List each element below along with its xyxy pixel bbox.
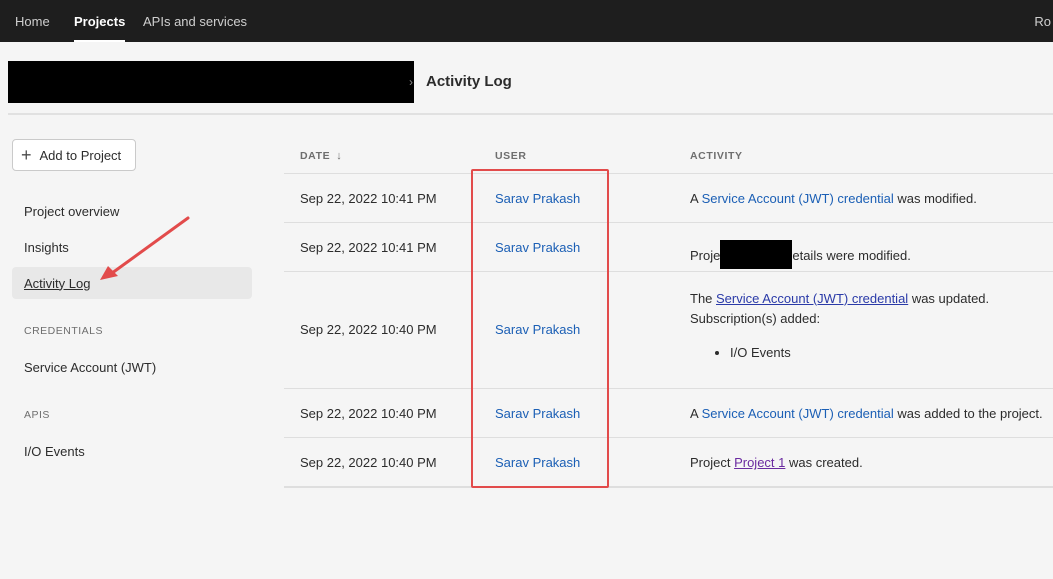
nav-projects[interactable]: Projects bbox=[74, 0, 126, 42]
annotation-arrow-icon bbox=[100, 216, 190, 280]
sidebar-item-service-account-jwt[interactable]: Service Account (JWT) bbox=[12, 351, 252, 383]
add-to-project-button[interactable]: + Add to Project bbox=[12, 139, 136, 171]
row-date: Sep 22, 2022 10:41 PM bbox=[300, 240, 437, 255]
row-activity: A Service Account (JWT) credential was a… bbox=[690, 406, 1043, 421]
redacted-project-name bbox=[720, 240, 793, 269]
row-activity: Proje etails were modified. bbox=[690, 240, 911, 269]
subscription-label: Subscription(s) added: bbox=[690, 311, 821, 326]
breadcrumb-separator-icon: › bbox=[409, 75, 413, 89]
sort-descending-icon[interactable]: ↓ bbox=[336, 150, 342, 162]
row-activity: Project Project 1 was created. bbox=[690, 455, 863, 470]
table-row: Sep 22, 2022 10:40 PM Sarav Prakash Proj… bbox=[284, 437, 1053, 486]
nav-home[interactable]: Home bbox=[15, 0, 50, 42]
table-row: Sep 22, 2022 10:41 PM Sarav Prakash Proj… bbox=[284, 222, 1053, 271]
date-column-header[interactable]: DATE ↓ bbox=[300, 150, 342, 162]
page-title: Activity Log bbox=[426, 73, 512, 90]
row-date: Sep 22, 2022 10:40 PM bbox=[300, 322, 437, 337]
user-column-header: USER bbox=[495, 150, 527, 162]
project-link[interactable]: Project 1 bbox=[734, 455, 785, 470]
row-activity: A Service Account (JWT) credential was m… bbox=[690, 191, 977, 206]
row-activity: The Service Account (JWT) credential was… bbox=[690, 289, 989, 363]
credential-link[interactable]: Service Account (JWT) credential bbox=[702, 406, 894, 421]
row-date: Sep 22, 2022 10:40 PM bbox=[300, 455, 437, 470]
subscription-item: I/O Events bbox=[730, 343, 989, 363]
table-row: Sep 22, 2022 10:40 PM Sarav Prakash A Se… bbox=[284, 388, 1053, 437]
table-bottom-border bbox=[284, 486, 1053, 488]
redacted-breadcrumb bbox=[8, 61, 414, 103]
header-divider bbox=[8, 113, 1053, 115]
plus-icon: + bbox=[21, 145, 32, 165]
top-nav-bar: Home Projects APIs and services Ro bbox=[0, 0, 1053, 42]
credential-link[interactable]: Service Account (JWT) credential bbox=[716, 291, 908, 306]
add-to-project-label: Add to Project bbox=[39, 147, 122, 163]
apis-section-label: APIS bbox=[24, 409, 50, 421]
credentials-section-label: CREDENTIALS bbox=[24, 325, 104, 337]
sidebar-item-io-events[interactable]: I/O Events bbox=[12, 435, 252, 467]
credential-link[interactable]: Service Account (JWT) credential bbox=[702, 191, 894, 206]
row-date: Sep 22, 2022 10:41 PM bbox=[300, 191, 437, 206]
table-row: Sep 22, 2022 10:41 PM Sarav Prakash A Se… bbox=[284, 173, 1053, 222]
row-date: Sep 22, 2022 10:40 PM bbox=[300, 406, 437, 421]
table-row: Sep 22, 2022 10:40 PM Sarav Prakash The … bbox=[284, 271, 1053, 388]
nav-apis-and-services[interactable]: APIs and services bbox=[143, 0, 247, 42]
activity-column-header: ACTIVITY bbox=[690, 150, 743, 162]
user-avatar[interactable]: Ro bbox=[1034, 0, 1053, 42]
annotation-highlight-box bbox=[471, 169, 609, 488]
